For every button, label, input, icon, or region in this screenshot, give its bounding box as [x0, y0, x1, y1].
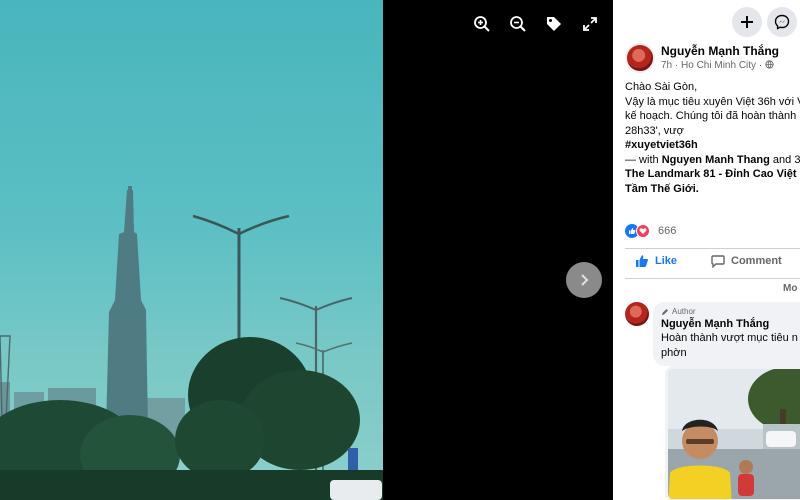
tagged-person-link[interactable]: Nguyen Manh Thang	[662, 154, 770, 166]
post-meta: 7h · Ho Chi Minh City ·	[661, 60, 774, 71]
main-photo	[0, 0, 383, 500]
zoom-out-icon[interactable]	[506, 12, 530, 36]
comment-label: Comment	[731, 255, 782, 267]
author-avatar[interactable]	[625, 43, 655, 73]
tag-icon[interactable]	[542, 12, 566, 36]
place-link-cont[interactable]: Tầm Thế Giới.	[625, 183, 699, 195]
like-label: Like	[655, 255, 678, 267]
comment-text-line: Hoàn thành vượt mục tiêu n	[661, 332, 798, 344]
author-name[interactable]: Nguyễn Mạnh Thắng	[661, 44, 779, 58]
more-comments-link[interactable]: Mo	[783, 283, 797, 294]
plus-icon	[741, 16, 753, 28]
place-link[interactable]: The Landmark 81 - Đỉnh Cao Việt N	[625, 167, 800, 182]
divider	[625, 248, 800, 249]
comment-bubble: Author Nguyễn Mạnh Thắng Hoàn thành vượt…	[653, 302, 800, 366]
hashtag-link[interactable]: #xuyetviet36h	[625, 138, 800, 153]
with-prefix: — with	[625, 153, 659, 166]
create-button[interactable]	[732, 7, 762, 37]
post-panel: Nguyễn Mạnh Thắng 7h · Ho Chi Minh City …	[613, 0, 800, 500]
messenger-button[interactable]	[767, 7, 797, 37]
comment-icon	[711, 255, 725, 268]
pencil-icon	[662, 308, 668, 315]
comment-photo[interactable]	[665, 366, 800, 500]
messenger-icon	[774, 14, 790, 30]
with-and[interactable]: and 3	[773, 154, 800, 166]
comment-text-line: phờn	[661, 347, 687, 359]
post-text: Chào Sài Gòn, Vậy là mục tiêu xuyên Việt…	[625, 80, 800, 196]
zoom-in-icon[interactable]	[470, 12, 494, 36]
post-line: Chào Sài Gòn,	[625, 81, 698, 93]
love-reaction-icon	[636, 224, 650, 238]
like-button[interactable]: Like	[635, 254, 677, 268]
reaction-icons	[625, 224, 650, 238]
commenter-name[interactable]: Nguyễn Mạnh Thắng	[661, 318, 800, 330]
post-actions: Like Comment	[625, 252, 800, 276]
photo-viewer	[0, 0, 613, 500]
thumbs-up-icon	[636, 255, 648, 267]
post-line: Vậy là mục tiêu xuyên Việt 36h với V	[625, 95, 800, 108]
divider	[625, 278, 800, 279]
author-badge: Author	[661, 307, 800, 316]
with-line: — with Nguyen Manh Thang and 3	[625, 153, 800, 168]
post-time[interactable]: 7h	[661, 60, 672, 71]
commenter-avatar[interactable]	[625, 302, 649, 326]
post-location[interactable]: Ho Chi Minh City	[681, 60, 756, 71]
author-badge-label: Author	[672, 307, 696, 316]
reaction-count: 666	[658, 225, 677, 237]
reaction-summary[interactable]: 666	[625, 224, 676, 238]
post-line: kế hoạch. Chúng tôi đã hoàn thành	[625, 110, 797, 122]
post-line: 28h33', vượ	[625, 124, 684, 137]
next-photo-button[interactable]	[566, 262, 602, 298]
fullscreen-icon[interactable]	[578, 12, 602, 36]
viewer-toolbar	[470, 12, 602, 36]
place-line-2: Tầm Thế Giới.	[625, 182, 800, 197]
panel-topbar	[613, 0, 800, 42]
globe-icon	[765, 60, 774, 69]
chevron-right-icon	[581, 274, 589, 286]
comment-button[interactable]: Comment	[711, 254, 782, 268]
